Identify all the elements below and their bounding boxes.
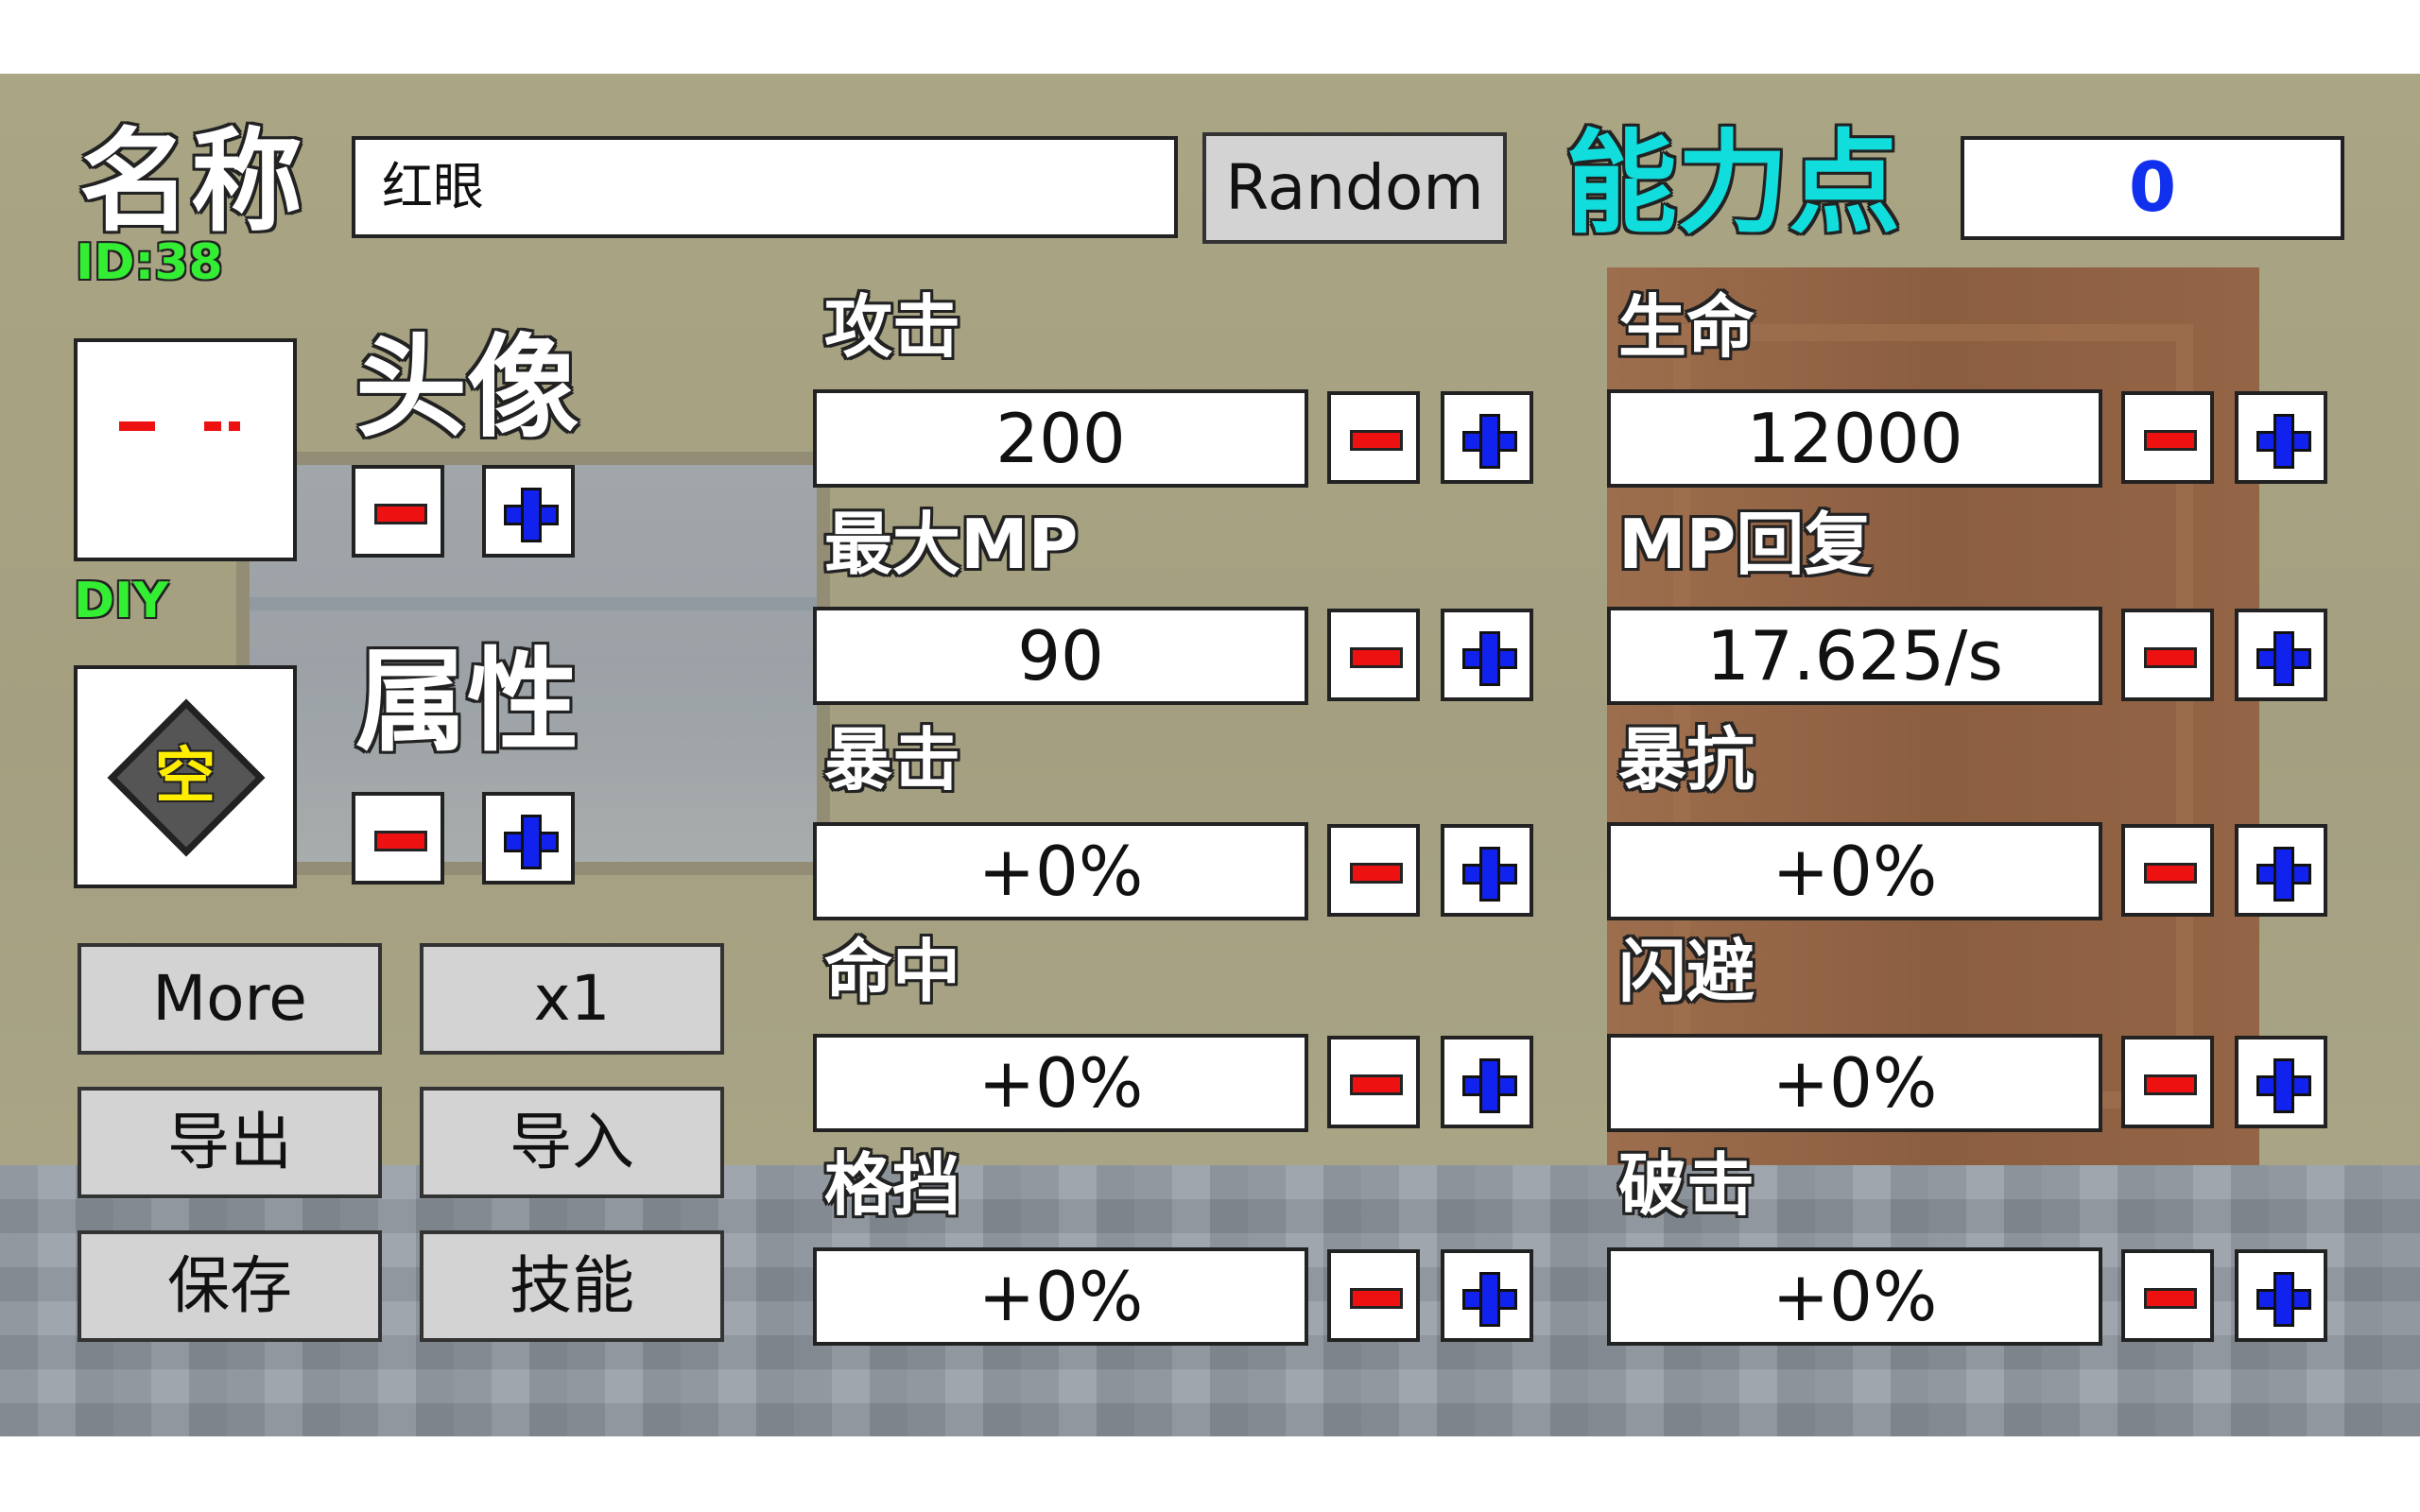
skills-button[interactable]: 技能 — [420, 1230, 724, 1342]
stat-plus-button-mp-regen[interactable] — [2235, 609, 2327, 701]
avatar-right-eye-a — [204, 421, 221, 431]
import-button[interactable]: 导入 — [420, 1087, 724, 1198]
stat-minus-button-dodge[interactable] — [2121, 1036, 2214, 1128]
minus-icon — [1350, 863, 1403, 884]
stat-value-hp: 12000 — [1607, 389, 2102, 488]
stat-label-block: 格挡 — [824, 1145, 961, 1225]
minus-icon — [2144, 863, 2197, 884]
stat-value-crit-resist: +0% — [1607, 822, 2102, 920]
attribute-plus-button[interactable] — [482, 792, 575, 885]
multiplier-button[interactable]: x1 — [420, 943, 724, 1055]
minus-icon — [2144, 1074, 2197, 1095]
stat-minus-button-hp[interactable] — [2121, 391, 2214, 484]
stat-value-attack: 200 — [813, 389, 1308, 488]
ability-points-label: 能力点 — [1565, 118, 1901, 249]
attribute-minus-button[interactable] — [352, 792, 444, 885]
stat-label-crit-resist: 暴抗 — [1618, 720, 1755, 799]
stat-plus-button-hp[interactable] — [2235, 391, 2327, 484]
minus-icon — [1350, 647, 1403, 668]
stat-minus-button-max-mp[interactable] — [1327, 609, 1420, 701]
minus-icon — [2144, 1288, 2197, 1309]
stat-plus-button-block[interactable] — [1441, 1249, 1533, 1342]
attribute-label: 属性 — [355, 636, 579, 766]
id-label: ID:38 — [76, 234, 223, 291]
stat-value-max-mp: 90 — [813, 607, 1308, 705]
export-button[interactable]: 导出 — [78, 1087, 382, 1198]
minus-icon — [1350, 430, 1403, 451]
stat-label-max-mp: 最大MP — [824, 505, 1079, 584]
stat-plus-button-break[interactable] — [2235, 1249, 2327, 1342]
stat-plus-button-dodge[interactable] — [2235, 1036, 2327, 1128]
avatar-left-eye — [119, 421, 155, 431]
stat-label-break: 破击 — [1618, 1145, 1755, 1225]
name-input[interactable]: 红眼 — [352, 136, 1178, 238]
stat-label-hp: 生命 — [1618, 287, 1755, 367]
stat-minus-button-attack[interactable] — [1327, 391, 1420, 484]
avatar-right-eye-b — [229, 421, 240, 431]
ability-points-value: 0 — [1961, 136, 2344, 240]
stat-label-dodge: 闪避 — [1618, 932, 1755, 1011]
stat-value-block: +0% — [813, 1247, 1308, 1346]
stat-label-crit: 暴击 — [824, 720, 961, 799]
avatar-preview[interactable] — [74, 338, 297, 561]
save-button[interactable]: 保存 — [78, 1230, 382, 1342]
stat-value-crit: +0% — [813, 822, 1308, 920]
random-button[interactable]: Random — [1202, 132, 1507, 244]
stat-plus-button-hit[interactable] — [1441, 1036, 1533, 1128]
attribute-icon-text: 空 — [155, 742, 216, 812]
stat-value-mp-regen: 17.625/s — [1607, 607, 2102, 705]
stat-minus-button-crit[interactable] — [1327, 824, 1420, 917]
stat-minus-button-break[interactable] — [2121, 1249, 2214, 1342]
minus-icon — [1350, 1074, 1403, 1095]
avatar-label: 头像 — [355, 322, 579, 453]
stat-value-dodge: +0% — [1607, 1034, 2102, 1132]
more-button[interactable]: More — [78, 943, 382, 1055]
avatar-minus-button[interactable] — [352, 465, 444, 558]
stat-plus-button-max-mp[interactable] — [1441, 609, 1533, 701]
stat-label-mp-regen: MP回复 — [1618, 505, 1873, 584]
minus-icon — [2144, 647, 2197, 668]
stat-minus-button-block[interactable] — [1327, 1249, 1420, 1342]
minus-icon — [2144, 430, 2197, 451]
stat-plus-button-attack[interactable] — [1441, 391, 1533, 484]
stat-minus-button-mp-regen[interactable] — [2121, 609, 2214, 701]
stat-plus-button-crit-resist[interactable] — [2235, 824, 2327, 917]
stat-label-hit: 命中 — [824, 932, 961, 1011]
minus-icon — [374, 504, 427, 524]
stat-value-break: +0% — [1607, 1247, 2102, 1346]
name-label: 名称 — [79, 116, 303, 247]
stat-value-hit: +0% — [813, 1034, 1308, 1132]
minus-icon — [374, 831, 427, 851]
stat-minus-button-crit-resist[interactable] — [2121, 824, 2214, 917]
stat-label-attack: 攻击 — [824, 287, 961, 367]
avatar-plus-button[interactable] — [482, 465, 575, 558]
minus-icon — [1350, 1288, 1403, 1309]
stat-plus-button-crit[interactable] — [1441, 824, 1533, 917]
attribute-preview[interactable]: 空 — [74, 665, 297, 888]
diy-label: DIY — [74, 573, 169, 629]
stat-minus-button-hit[interactable] — [1327, 1036, 1420, 1128]
